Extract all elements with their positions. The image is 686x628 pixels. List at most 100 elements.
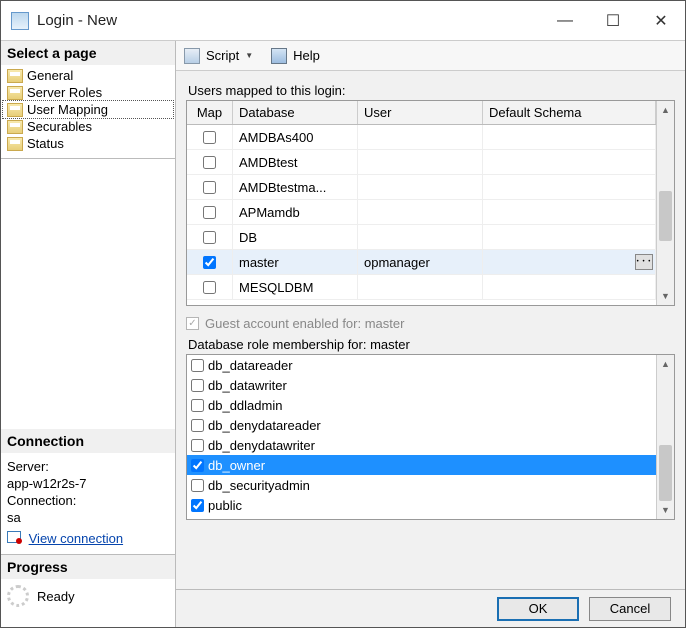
schema-cell bbox=[483, 175, 656, 199]
role-list: db_datareader db_datawriter db_ddladmin db_… bbox=[186, 354, 675, 520]
role-name: public bbox=[208, 498, 242, 513]
user-cell: opmanager bbox=[358, 250, 483, 274]
scroll-up-icon[interactable]: ▲ bbox=[657, 355, 674, 373]
footer: OK Cancel bbox=[176, 589, 685, 627]
map-checkbox[interactable] bbox=[203, 281, 216, 294]
page-icon bbox=[7, 120, 23, 134]
col-user[interactable]: User bbox=[358, 101, 483, 124]
window: Login - New — ☐ ✕ Select a page GeneralS… bbox=[0, 0, 686, 628]
guest-account-row: ✓ Guest account enabled for: master bbox=[186, 316, 675, 331]
map-checkbox[interactable] bbox=[203, 156, 216, 169]
col-database[interactable]: Database bbox=[233, 101, 358, 124]
window-buttons: — ☐ ✕ bbox=[541, 1, 685, 40]
users-mapped-label: Users mapped to this login: bbox=[188, 83, 675, 98]
script-dropdown-icon[interactable]: ▼ bbox=[245, 51, 253, 60]
window-title: Login - New bbox=[37, 12, 541, 29]
sidebar-page-general[interactable]: General bbox=[3, 67, 173, 84]
users-row[interactable]: AMDBtest bbox=[187, 150, 656, 175]
sidebar-page-securables[interactable]: Securables bbox=[3, 118, 173, 135]
role-item[interactable]: db_denydatawriter bbox=[187, 435, 656, 455]
role-checkbox[interactable] bbox=[191, 399, 204, 412]
toolbar: Script ▼ Help bbox=[176, 41, 685, 71]
cancel-button[interactable]: Cancel bbox=[589, 597, 671, 621]
sidebar-page-status[interactable]: Status bbox=[3, 135, 173, 152]
roles-scrollbar[interactable]: ▲ ▼ bbox=[656, 355, 674, 519]
script-button[interactable]: Script bbox=[206, 48, 239, 63]
role-checkbox[interactable] bbox=[191, 459, 204, 472]
user-cell bbox=[358, 200, 483, 224]
db-cell: AMDBtestma... bbox=[233, 175, 358, 199]
role-checkbox[interactable] bbox=[191, 379, 204, 392]
role-checkbox[interactable] bbox=[191, 419, 204, 432]
scroll-thumb[interactable] bbox=[659, 191, 672, 241]
users-grid: Map Database User Default Schema AMDBAs4… bbox=[186, 100, 675, 306]
role-item[interactable]: db_owner bbox=[187, 455, 656, 475]
connection-value: sa bbox=[7, 510, 169, 525]
body: Select a page GeneralServer RolesUser Ma… bbox=[1, 41, 685, 627]
user-cell bbox=[358, 175, 483, 199]
sidebar: Select a page GeneralServer RolesUser Ma… bbox=[1, 41, 176, 627]
role-item[interactable]: db_securityadmin bbox=[187, 475, 656, 495]
schema-browse-button[interactable]: • • • bbox=[635, 254, 653, 270]
db-cell: AMDBAs400 bbox=[233, 125, 358, 149]
close-button[interactable]: ✕ bbox=[637, 1, 685, 40]
page-label: General bbox=[27, 68, 73, 83]
user-cell bbox=[358, 225, 483, 249]
guest-label: Guest account enabled for: master bbox=[205, 316, 404, 331]
scroll-down-icon[interactable]: ▼ bbox=[657, 287, 674, 305]
role-membership-label: Database role membership for: master bbox=[188, 337, 675, 352]
app-icon bbox=[11, 12, 29, 30]
page-label: User Mapping bbox=[27, 102, 108, 117]
role-item[interactable]: public bbox=[187, 495, 656, 515]
schema-cell bbox=[483, 225, 656, 249]
db-cell: MESQLDBM bbox=[233, 275, 358, 299]
schema-cell bbox=[483, 125, 656, 149]
view-connection-link[interactable]: View connection bbox=[29, 531, 123, 546]
sidebar-page-user-mapping[interactable]: User Mapping bbox=[3, 101, 173, 118]
progress-status: Ready bbox=[37, 589, 75, 604]
users-row[interactable]: MESQLDBM bbox=[187, 275, 656, 300]
help-button[interactable]: Help bbox=[293, 48, 320, 63]
schema-cell bbox=[483, 150, 656, 174]
user-cell bbox=[358, 275, 483, 299]
role-checkbox[interactable] bbox=[191, 499, 204, 512]
minimize-button[interactable]: — bbox=[541, 1, 589, 40]
db-cell: DB bbox=[233, 225, 358, 249]
users-scrollbar[interactable]: ▲ ▼ bbox=[656, 101, 674, 305]
db-cell: APMamdb bbox=[233, 200, 358, 224]
role-checkbox[interactable] bbox=[191, 439, 204, 452]
role-checkbox[interactable] bbox=[191, 359, 204, 372]
col-map[interactable]: Map bbox=[187, 101, 233, 124]
col-schema[interactable]: Default Schema bbox=[483, 101, 656, 124]
map-checkbox[interactable] bbox=[203, 181, 216, 194]
guest-checkbox: ✓ bbox=[186, 317, 199, 330]
role-name: db_datawriter bbox=[208, 378, 287, 393]
role-item[interactable]: db_datawriter bbox=[187, 375, 656, 395]
map-checkbox[interactable] bbox=[203, 256, 216, 269]
role-item[interactable]: db_ddladmin bbox=[187, 395, 656, 415]
map-checkbox[interactable] bbox=[203, 231, 216, 244]
schema-cell bbox=[483, 275, 656, 299]
ok-button[interactable]: OK bbox=[497, 597, 579, 621]
user-cell bbox=[358, 125, 483, 149]
role-checkbox[interactable] bbox=[191, 479, 204, 492]
server-value: app-w12r2s-7 bbox=[7, 476, 169, 491]
users-row[interactable]: DB bbox=[187, 225, 656, 250]
role-name: db_denydatareader bbox=[208, 418, 321, 433]
map-checkbox[interactable] bbox=[203, 206, 216, 219]
users-row[interactable]: masteropmanager• • • bbox=[187, 250, 656, 275]
scroll-up-icon[interactable]: ▲ bbox=[657, 101, 674, 119]
scroll-down-icon[interactable]: ▼ bbox=[657, 501, 674, 519]
maximize-button[interactable]: ☐ bbox=[589, 1, 637, 40]
content: Users mapped to this login: Map Database… bbox=[176, 71, 685, 589]
users-row[interactable]: AMDBtestma... bbox=[187, 175, 656, 200]
role-item[interactable]: db_denydatareader bbox=[187, 415, 656, 435]
users-row[interactable]: AMDBAs400 bbox=[187, 125, 656, 150]
users-row[interactable]: APMamdb bbox=[187, 200, 656, 225]
scroll-thumb[interactable] bbox=[659, 445, 672, 501]
role-item[interactable]: db_datareader bbox=[187, 355, 656, 375]
sidebar-page-server-roles[interactable]: Server Roles bbox=[3, 84, 173, 101]
map-checkbox[interactable] bbox=[203, 131, 216, 144]
connection-heading: Connection bbox=[1, 429, 175, 453]
role-name: db_datareader bbox=[208, 358, 293, 373]
